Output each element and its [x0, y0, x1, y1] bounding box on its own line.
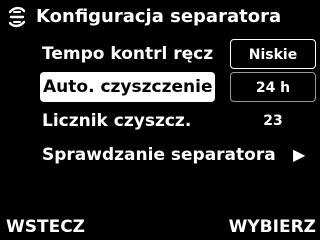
screen-header: Konfiguracja separatora — [0, 0, 320, 34]
menu-item-separator-check[interactable]: Sprawdzanie separatora ▶ — [40, 140, 315, 170]
menu-item-cleaning-counter[interactable]: Licznik czyszcz. 23 — [40, 106, 315, 136]
cleaning-counter-value: 23 — [263, 113, 283, 129]
select-button[interactable]: WYBIERZ — [229, 216, 316, 238]
separator-icon — [8, 6, 26, 28]
arrow-right-icon: ▶ — [293, 145, 306, 164]
menu-item-manual-check-rate[interactable]: Tempo kontrl ręcz Niskie — [40, 39, 316, 69]
back-button[interactable]: WSTECZ — [6, 216, 85, 238]
menu-item-label: Licznik czyszcz. — [42, 111, 192, 131]
menu-item-label: Tempo kontrl ręcz — [42, 44, 214, 64]
menu-item-label: Auto. czyszczenie — [40, 72, 216, 102]
manual-check-rate-value[interactable]: Niskie — [230, 39, 316, 69]
menu-item-label: Sprawdzanie separatora — [42, 145, 276, 165]
page-title: Konfiguracja separatora — [36, 6, 282, 27]
menu-item-auto-cleaning[interactable]: Auto. czyszczenie 24 h — [40, 72, 316, 102]
auto-cleaning-value[interactable]: 24 h — [230, 72, 316, 102]
